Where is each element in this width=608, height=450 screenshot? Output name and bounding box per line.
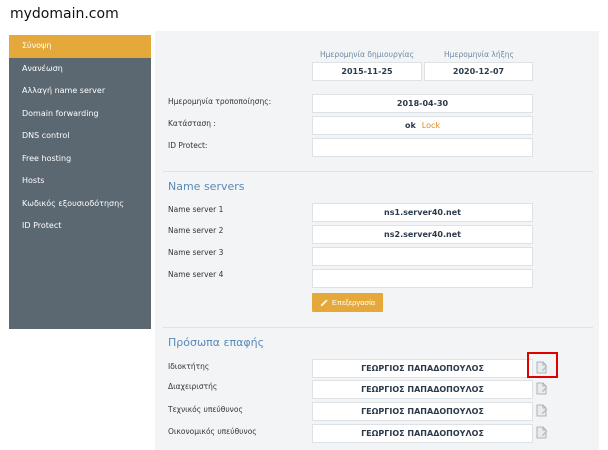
sidebar-item-id-protect[interactable]: ID Protect	[9, 215, 151, 238]
pencil-icon	[320, 298, 328, 306]
edit-document-icon[interactable]	[536, 426, 548, 439]
id-protect-value	[312, 138, 533, 157]
sidebar-item-renewal[interactable]: Ανανέωση	[9, 58, 151, 81]
name-server-1-label: Name server 1	[168, 205, 224, 214]
admin-label: Διαχειριστής	[168, 382, 218, 391]
billing-label: Οικονομικός υπεύθυνος	[168, 427, 257, 436]
sidebar-item-dns-control[interactable]: DNS control	[9, 125, 151, 148]
sidebar-item-free-hosting[interactable]: Free hosting	[9, 148, 151, 171]
contacts-title: Πρόσωπα επαφής	[168, 336, 265, 349]
status-label: Κατάσταση :	[168, 119, 216, 128]
created-date-value: 2015-11-25	[312, 62, 422, 81]
name-server-4-label: Name server 4	[168, 270, 224, 279]
sidebar: Σύνοψη Ανανέωση Αλλαγή name server Domai…	[9, 35, 151, 329]
expiry-date-value: 2020-12-07	[424, 62, 533, 81]
status-value: ok	[404, 121, 416, 130]
admin-value: ΓΕΩΡΓΙΟΣ ΠΑΠΑΔΟΠΟΥΛΟΣ	[312, 380, 533, 399]
divider	[163, 171, 593, 172]
divider	[163, 327, 593, 328]
sidebar-item-domain-forwarding[interactable]: Domain forwarding	[9, 103, 151, 126]
edit-document-icon[interactable]	[536, 382, 548, 395]
name-servers-title: Name servers	[168, 180, 245, 193]
sidebar-item-auth-code[interactable]: Κωδικός εξουσιοδότησης	[9, 193, 151, 216]
tech-label: Τεχνικός υπεύθυνος	[168, 405, 243, 414]
owner-value: ΓΕΩΡΓΙΟΣ ΠΑΠΑΔΟΠΟΥΛΟΣ	[312, 359, 533, 378]
expiry-date-header: Ημερομηνία λήξης	[444, 50, 514, 59]
modified-date-label: Ημερομηνία τροποποίησης:	[168, 97, 272, 106]
name-server-2-label: Name server 2	[168, 226, 224, 235]
name-server-4-value	[312, 269, 533, 288]
edit-name-servers-button[interactable]: Επεξεργασία	[312, 293, 383, 312]
tech-value: ΓΕΩΡΓΙΟΣ ΠΑΠΑΔΟΠΟΥΛΟΣ	[312, 402, 533, 421]
name-server-1-value: ns1.server40.net	[312, 203, 533, 222]
page-title: mydomain.com	[10, 6, 119, 22]
created-date-header: Ημερομηνία δημιουργίας	[319, 50, 415, 59]
sidebar-item-summary[interactable]: Σύνοψη	[9, 35, 151, 58]
billing-value: ΓΕΩΡΓΙΟΣ ΠΑΠΑΔΟΠΟΥΛΟΣ	[312, 424, 533, 443]
status-field: ok Lock	[312, 116, 533, 135]
lock-link[interactable]: Lock	[422, 121, 440, 130]
edit-button-label: Επεξεργασία	[331, 298, 376, 307]
sidebar-item-hosts[interactable]: Hosts	[9, 170, 151, 193]
owner-label: Ιδιοκτήτης	[168, 362, 210, 371]
modified-date-value: 2018-04-30	[312, 94, 533, 113]
sidebar-item-change-name-server[interactable]: Αλλαγή name server	[9, 80, 151, 103]
edit-document-icon[interactable]	[536, 404, 548, 417]
name-server-2-value: ns2.server40.net	[312, 225, 533, 244]
name-server-3-label: Name server 3	[168, 248, 224, 257]
main-content: Ημερομηνία δημιουργίας Ημερομηνία λήξης …	[155, 31, 599, 450]
id-protect-label: ID Protect:	[168, 141, 208, 150]
name-server-3-value	[312, 247, 533, 266]
owner-edit-highlight	[527, 352, 558, 378]
